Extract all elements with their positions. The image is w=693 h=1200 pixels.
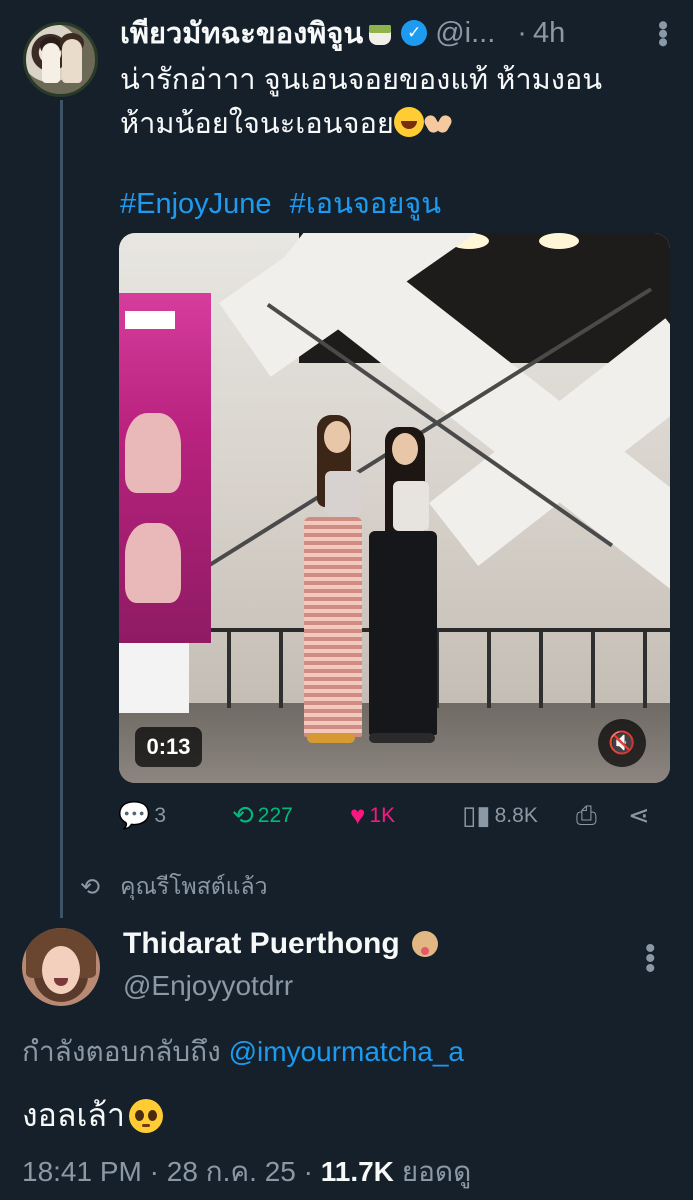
author-handle[interactable]: @i... [435,17,495,50]
muted-speaker-icon[interactable]: 🔇 [598,719,646,767]
mention-link[interactable]: @imyourmatcha_a [229,1036,464,1067]
author-name[interactable]: เพียวมัทฉะของพิจูน [120,10,363,56]
laughing-emoji-icon [393,107,424,137]
bookmark-icon: ⎙ [576,800,597,830]
share-button[interactable]: ⋖ [628,800,654,831]
pleading-face-emoji-icon [128,1098,163,1133]
more-options-icon[interactable]: ••• [645,20,679,46]
matcha-emoji-icon [367,19,393,47]
tweet-header: เพียวมัทฉะของพิจูน ✓ @i... · 4h [120,12,673,54]
reply-author-name[interactable]: Thidarat Puerthong [123,927,400,961]
reply-author-avatar[interactable] [22,928,100,1006]
tweet-text-line-2-wrap: ห้ามน้อยใจนะเอนจอย [120,102,670,146]
video-player[interactable] [119,233,670,783]
more-options-vertical-icon[interactable]: • • • [645,934,656,984]
reply-text-body: งอลเล้า [22,1097,125,1133]
pink-billboard-pillar [119,293,211,643]
person-striped-pants [304,517,362,737]
replying-to-line: กำลังตอบกลับถึง @imyourmatcha_a [22,1030,464,1074]
reply-count: 3 [154,803,167,827]
tweet-text: น่ารักอ่าาา จูนเอนจอยของแท้ ห้ามงอน ห้าม… [120,58,670,146]
reply-views-label: ยอดดู [401,1156,472,1187]
hashtag-row: #EnjoyJune #เอนจอยจูน [120,180,451,226]
bookmark-button[interactable]: ⎙ [576,800,601,832]
tweet-text-line-1: น่ารักอ่าาา จูนเอนจอยของแท้ ห้ามงอน [120,64,603,96]
retweet-count: 227 [257,803,293,827]
reply-time[interactable]: 18:41 PM [22,1156,142,1187]
video-duration-badge: 0:13 [135,727,202,767]
like-count: 1K [369,803,396,827]
hashtag-link[interactable]: #EnjoyJune [120,188,272,220]
reply-views-count: 11.7K [320,1156,394,1187]
retweet-icon: ⟲ [232,800,254,830]
share-icon: ⋖ [628,800,650,830]
repost-indicator: ⟲ คุณรีโพสต์แล้ว [80,872,268,902]
thread-connector-line [60,100,63,918]
bar-chart-icon: ▯▮ [462,800,491,830]
repost-label: คุณรีโพสต์แล้ว [120,873,268,899]
retweet-small-icon: ⟲ [80,873,101,901]
reply-date[interactable]: 28 ก.ค. 25 [167,1156,296,1187]
reply-button[interactable]: 💬 3 [118,800,166,831]
retweet-button[interactable]: ⟲ 227 [232,800,293,831]
views-button[interactable]: ▯▮ 8.8K [462,800,538,831]
tweet-action-bar: 💬 3 ⟲ 227 ♥ 1K ▯▮ 8.8K ⎙ ⋖ [118,800,678,840]
views-count: 8.8K [494,803,538,827]
separator-dot: · [517,16,527,49]
hashtag-link[interactable]: #เอนจอยจูน [290,188,442,220]
reply-author-handle[interactable]: @Enjoyyotdrr [123,970,293,1002]
comment-icon: 💬 [118,800,151,830]
heart-icon: ♥ [350,800,366,830]
reply-text: งอลเล้า [22,1090,163,1141]
puppy-emoji-icon [408,929,442,959]
author-avatar[interactable] [23,22,98,97]
verified-badge-icon: ✓ [401,20,428,46]
like-button[interactable]: ♥ 1K [350,800,395,831]
replying-prefix: กำลังตอบกลับถึง [22,1036,221,1067]
tweet-text-line-2: ห้ามน้อยใจนะเอนจอย [120,108,394,140]
reply-metadata: 18:41 PM · 28 ก.ค. 25 · 11.7K ยอดดู [22,1156,472,1187]
tweet-thread-view: เพียวมัทฉะของพิจูน ✓ @i... · 4h ••• น่าร… [0,0,693,1200]
heart-hands-emoji-icon [424,107,454,137]
tweet-time[interactable]: 4h [533,17,565,50]
reply-author-name-row: Thidarat Puerthong [123,927,442,961]
person-black-pants [369,531,437,735]
